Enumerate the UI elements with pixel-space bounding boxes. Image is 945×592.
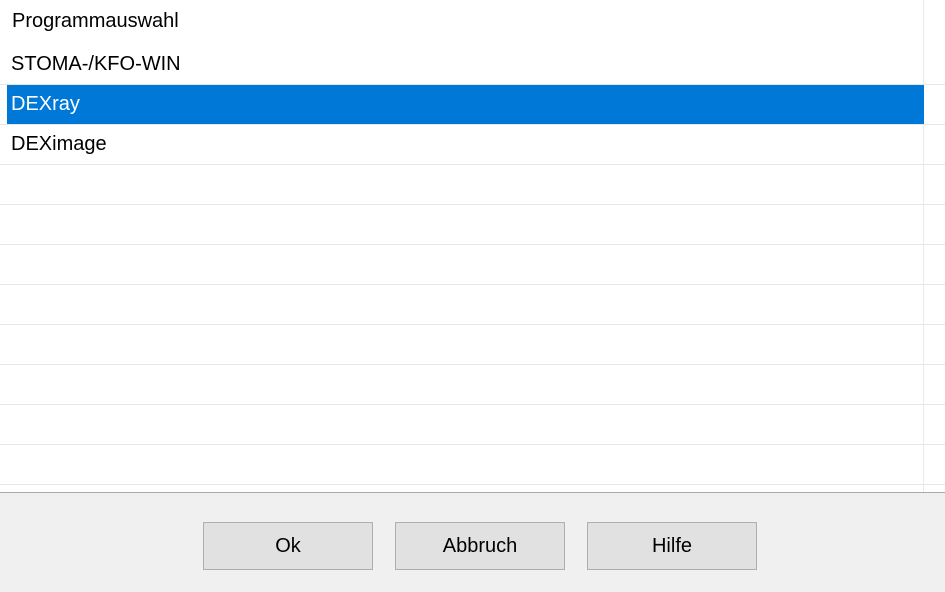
list-item[interactable] xyxy=(0,325,945,365)
cancel-button[interactable]: Abbruch xyxy=(395,522,565,570)
list-item-label: DEXimage xyxy=(11,133,107,155)
list-item[interactable] xyxy=(0,205,945,245)
button-bar: Ok Abbruch Hilfe xyxy=(0,492,945,592)
list-item[interactable] xyxy=(0,365,945,405)
list-item-label xyxy=(7,285,924,324)
list-item-label xyxy=(7,165,924,204)
list-rows: STOMA-/KFO-WIN DEXray DEXimage xyxy=(0,45,945,485)
help-button[interactable]: Hilfe xyxy=(587,522,757,570)
list-item-label xyxy=(7,365,924,404)
list-item[interactable]: DEXimage xyxy=(0,125,945,165)
list-item[interactable]: STOMA-/KFO-WIN xyxy=(0,45,945,85)
list-item[interactable] xyxy=(0,405,945,445)
ok-button[interactable]: Ok xyxy=(203,522,373,570)
list-item-label: STOMA-/KFO-WIN xyxy=(11,53,181,75)
list-item[interactable] xyxy=(0,245,945,285)
list-item[interactable] xyxy=(0,445,945,485)
list-item[interactable] xyxy=(0,165,945,205)
list-item-label xyxy=(7,245,924,284)
list-header: Programmauswahl xyxy=(0,0,924,44)
list-item-label xyxy=(7,205,924,244)
list-item[interactable] xyxy=(0,285,945,325)
list-header-label: Programmauswahl xyxy=(12,10,179,32)
list-item-label: DEXray xyxy=(7,85,924,124)
list-item[interactable]: DEXray xyxy=(0,85,945,125)
program-selection-dialog: Programmauswahl STOMA-/KFO-WIN DEXray DE… xyxy=(0,0,945,592)
list-item-label xyxy=(7,405,924,444)
list-item-label xyxy=(7,325,924,364)
list-item-label xyxy=(7,445,924,484)
program-list[interactable]: Programmauswahl STOMA-/KFO-WIN DEXray DE… xyxy=(0,0,945,492)
